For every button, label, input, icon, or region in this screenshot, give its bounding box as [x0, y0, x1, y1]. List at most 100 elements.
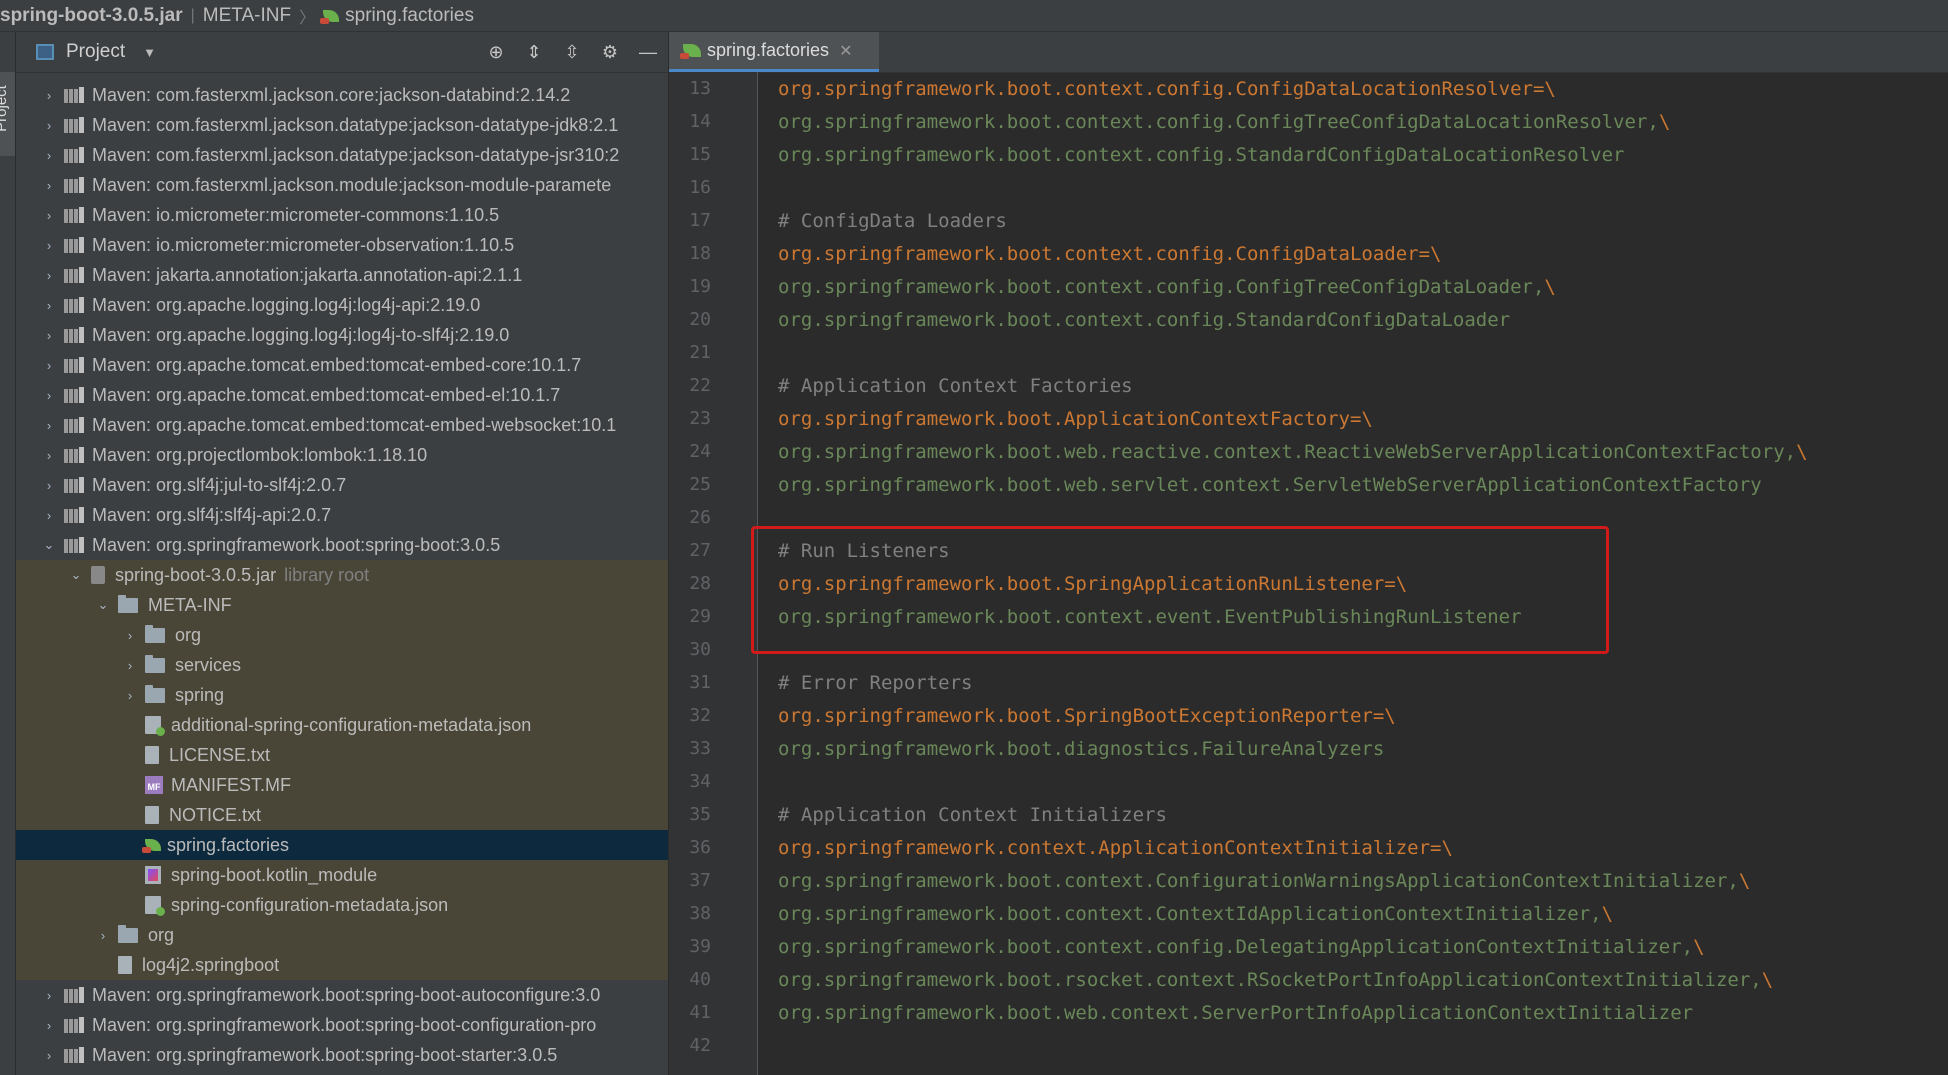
code-text: org.springframework.boot.context.config.…: [778, 276, 1556, 298]
library-icon: [64, 296, 84, 314]
chevron-right-icon[interactable]: ›: [42, 268, 56, 283]
chevron-right-icon[interactable]: ›: [42, 208, 56, 223]
code-line[interactable]: 37org.springframework.boot.context.Confi…: [669, 864, 1948, 897]
line-number: 16: [669, 177, 711, 198]
tree-row[interactable]: ›services: [16, 650, 668, 680]
chevron-right-icon[interactable]: ›: [42, 1018, 56, 1033]
collapse-all-icon[interactable]: ⇳: [560, 40, 584, 64]
chevron-right-icon[interactable]: ›: [42, 478, 56, 493]
minimize-icon[interactable]: —: [636, 40, 660, 64]
tree-row[interactable]: ›MFMANIFEST.MF: [16, 770, 668, 800]
tab-spring-factories[interactable]: spring.factories ✕: [669, 32, 879, 72]
expand-all-icon[interactable]: ⇕: [522, 40, 546, 64]
code-line[interactable]: 18org.springframework.boot.context.confi…: [669, 237, 1948, 270]
tree-row[interactable]: ⌄META-INF: [16, 590, 668, 620]
code-line[interactable]: 39org.springframework.boot.context.confi…: [669, 930, 1948, 963]
code-line[interactable]: 34: [669, 765, 1948, 798]
chevron-right-icon[interactable]: ›: [42, 508, 56, 523]
code-line[interactable]: 17# ConfigData Loaders: [669, 204, 1948, 237]
tree-row[interactable]: ›Maven: com.fasterxml.jackson.module:jac…: [16, 170, 668, 200]
code-line[interactable]: 32org.springframework.boot.SpringBootExc…: [669, 699, 1948, 732]
tree-row[interactable]: ›org: [16, 620, 668, 650]
tree-row[interactable]: ›LICENSE.txt: [16, 740, 668, 770]
project-tool-tab[interactable]: Project: [0, 72, 15, 156]
tree-row[interactable]: ›Maven: io.micrometer:micrometer-commons…: [16, 200, 668, 230]
chevron-right-icon[interactable]: ›: [123, 658, 137, 673]
chevron-down-icon[interactable]: ⌄: [69, 567, 83, 583]
chevron-down-icon[interactable]: ▼: [143, 45, 156, 60]
code-line[interactable]: 13org.springframework.boot.context.confi…: [669, 72, 1948, 105]
code-line[interactable]: 38org.springframework.boot.context.Conte…: [669, 897, 1948, 930]
chevron-right-icon[interactable]: ›: [42, 238, 56, 253]
tree-row[interactable]: ›Maven: org.apache.logging.log4j:log4j-t…: [16, 320, 668, 350]
tree-row[interactable]: ›spring: [16, 680, 668, 710]
chevron-right-icon[interactable]: ›: [42, 148, 56, 163]
code-line[interactable]: 23org.springframework.boot.ApplicationCo…: [669, 402, 1948, 435]
chevron-right-icon[interactable]: ›: [42, 988, 56, 1003]
code-line[interactable]: 24org.springframework.boot.web.reactive.…: [669, 435, 1948, 468]
chevron-right-icon[interactable]: ›: [42, 88, 56, 103]
breadcrumb-file[interactable]: spring.factories: [323, 5, 474, 27]
chevron-right-icon[interactable]: ›: [123, 688, 137, 703]
close-icon[interactable]: ✕: [839, 41, 852, 61]
breadcrumb-meta-inf[interactable]: META-INF: [203, 5, 291, 27]
chevron-down-icon[interactable]: ⌄: [96, 597, 110, 613]
chevron-right-icon[interactable]: ›: [42, 328, 56, 343]
chevron-down-icon[interactable]: ⌄: [42, 537, 56, 553]
project-view-selector[interactable]: Project: [66, 41, 125, 63]
code-line[interactable]: 25org.springframework.boot.web.servlet.c…: [669, 468, 1948, 501]
tree-row[interactable]: ›Maven: org.apache.tomcat.embed:tomcat-e…: [16, 350, 668, 380]
chevron-right-icon[interactable]: ›: [42, 298, 56, 313]
breadcrumb-jar[interactable]: spring-boot-3.0.5.jar: [0, 5, 183, 27]
tree-row-label: LICENSE.txt: [169, 745, 270, 766]
code-line[interactable]: 20org.springframework.boot.context.confi…: [669, 303, 1948, 336]
tree-row[interactable]: ›log4j2.springboot: [16, 950, 668, 980]
code-line[interactable]: 35# Application Context Initializers: [669, 798, 1948, 831]
tree-row[interactable]: ›Maven: org.slf4j:slf4j-api:2.0.7: [16, 500, 668, 530]
code-line[interactable]: 36org.springframework.context.Applicatio…: [669, 831, 1948, 864]
code-line[interactable]: 16: [669, 171, 1948, 204]
tree-row[interactable]: ›spring.factories: [16, 830, 668, 860]
tree-row[interactable]: ›Maven: org.springframework.boot:spring-…: [16, 1010, 668, 1040]
tree-row[interactable]: ›Maven: org.apache.logging.log4j:log4j-a…: [16, 290, 668, 320]
tree-row[interactable]: ›spring-configuration-metadata.json: [16, 890, 668, 920]
tree-row[interactable]: ⌄Maven: org.springframework.boot:spring-…: [16, 530, 668, 560]
chevron-right-icon[interactable]: ›: [42, 1048, 56, 1063]
code-line[interactable]: 33org.springframework.boot.diagnostics.F…: [669, 732, 1948, 765]
chevron-right-icon[interactable]: ›: [42, 358, 56, 373]
tree-row[interactable]: ›Maven: org.apache.tomcat.embed:tomcat-e…: [16, 410, 668, 440]
tree-row[interactable]: ›Maven: com.fasterxml.jackson.datatype:j…: [16, 110, 668, 140]
chevron-right-icon[interactable]: ›: [42, 178, 56, 193]
tree-row[interactable]: ›Maven: org.springframework.boot:spring-…: [16, 980, 668, 1010]
chevron-right-icon[interactable]: ›: [123, 628, 137, 643]
tree-row[interactable]: ›spring-boot.kotlin_module: [16, 860, 668, 890]
code-line[interactable]: 22# Application Context Factories: [669, 369, 1948, 402]
code-line[interactable]: 15org.springframework.boot.context.confi…: [669, 138, 1948, 171]
gear-icon[interactable]: ⚙: [598, 40, 622, 64]
chevron-right-icon[interactable]: ›: [42, 448, 56, 463]
locate-icon[interactable]: ⊕: [484, 40, 508, 64]
code-line[interactable]: 14org.springframework.boot.context.confi…: [669, 105, 1948, 138]
tree-row[interactable]: ›Maven: com.fasterxml.jackson.datatype:j…: [16, 140, 668, 170]
tree-row[interactable]: ›Maven: jakarta.annotation:jakarta.annot…: [16, 260, 668, 290]
tree-row[interactable]: ›Maven: org.apache.tomcat.embed:tomcat-e…: [16, 380, 668, 410]
tree-row[interactable]: ›Maven: org.springframework.boot:spring-…: [16, 1040, 668, 1070]
tree-row[interactable]: ›additional-spring-configuration-metadat…: [16, 710, 668, 740]
chevron-right-icon[interactable]: ›: [42, 418, 56, 433]
code-line[interactable]: 21: [669, 336, 1948, 369]
chevron-right-icon[interactable]: ›: [42, 388, 56, 403]
code-line[interactable]: 42: [669, 1029, 1948, 1062]
tree-row[interactable]: ›Maven: com.fasterxml.jackson.core:jacks…: [16, 80, 668, 110]
code-line[interactable]: 19org.springframework.boot.context.confi…: [669, 270, 1948, 303]
tree-row[interactable]: ›org: [16, 920, 668, 950]
code-line[interactable]: 41org.springframework.boot.web.context.S…: [669, 996, 1948, 1029]
tree-row[interactable]: ›Maven: io.micrometer:micrometer-observa…: [16, 230, 668, 260]
chevron-right-icon[interactable]: ›: [96, 928, 110, 943]
code-line[interactable]: 31# Error Reporters: [669, 666, 1948, 699]
tree-row[interactable]: ›Maven: org.projectlombok:lombok:1.18.10: [16, 440, 668, 470]
tree-row[interactable]: ›NOTICE.txt: [16, 800, 668, 830]
chevron-right-icon[interactable]: ›: [42, 118, 56, 133]
tree-row[interactable]: ⌄spring-boot-3.0.5.jarlibrary root: [16, 560, 668, 590]
code-line[interactable]: 40org.springframework.boot.rsocket.conte…: [669, 963, 1948, 996]
tree-row[interactable]: ›Maven: org.slf4j:jul-to-slf4j:2.0.7: [16, 470, 668, 500]
